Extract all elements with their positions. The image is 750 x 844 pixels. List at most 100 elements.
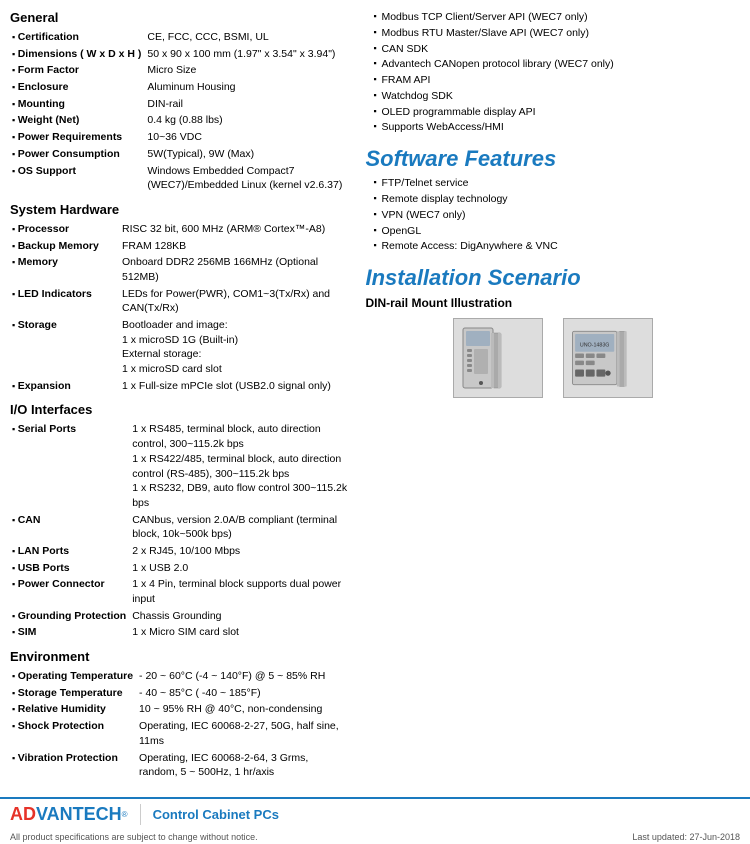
list-item: Remote display technology xyxy=(373,192,740,208)
spec-label: LED Indicators xyxy=(10,286,120,317)
table-row: SIM1 x Micro SIM card slot xyxy=(10,624,350,641)
spec-label: CAN xyxy=(10,512,130,543)
spec-value: 0.4 kg (0.88 lbs) xyxy=(145,112,350,129)
table-row: Vibration ProtectionOperating, IEC 60068… xyxy=(10,750,350,781)
environment-table: Operating Temperature- 20 ~ 60°C (-4 ~ 1… xyxy=(10,668,350,781)
spec-label: Weight (Net) xyxy=(10,112,145,129)
table-row: CANCANbus, version 2.0A/B compliant (ter… xyxy=(10,512,350,543)
footer-updated: Last updated: 27-Jun-2018 xyxy=(632,832,740,842)
table-row: USB Ports1 x USB 2.0 xyxy=(10,560,350,577)
footer-logo: ADVANTECH® xyxy=(10,804,141,825)
logo-ad: AD xyxy=(10,804,36,825)
table-row: Expansion1 x Full-size mPCIe slot (USB2.… xyxy=(10,378,350,395)
spec-label: Enclosure xyxy=(10,79,145,96)
spec-value: DIN-rail xyxy=(145,96,350,113)
spec-label: Storage Temperature xyxy=(10,685,137,702)
spec-label: Power Requirements xyxy=(10,129,145,146)
table-row: OS SupportWindows Embedded Compact7 (WEC… xyxy=(10,163,350,194)
table-row: Grounding ProtectionChassis Grounding xyxy=(10,608,350,625)
spec-label: USB Ports xyxy=(10,560,130,577)
list-item: OLED programmable display API xyxy=(373,105,740,121)
io-interfaces-table: Serial Ports1 x RS485, terminal block, a… xyxy=(10,421,350,641)
table-row: Storage Temperature- 40 ~ 85°C ( -40 ~ 1… xyxy=(10,685,350,702)
spec-label: Expansion xyxy=(10,378,120,395)
spec-label: LAN Ports xyxy=(10,543,130,560)
table-row: StorageBootloader and image: 1 x microSD… xyxy=(10,317,350,378)
top-bullet-list: Modbus TCP Client/Server API (WEC7 only)… xyxy=(365,10,740,136)
table-row: MountingDIN-rail xyxy=(10,96,350,113)
installation-sub-title: DIN-rail Mount Illustration xyxy=(365,296,740,310)
spec-value: 1 x USB 2.0 xyxy=(130,560,350,577)
installation-title: Installation Scenario xyxy=(365,265,740,291)
table-row: Backup MemoryFRAM 128KB xyxy=(10,238,350,255)
table-row: Dimensions ( W x D x H )50 x 90 x 100 mm… xyxy=(10,46,350,63)
spec-value: 2 x RJ45, 10/100 Mbps xyxy=(130,543,350,560)
spec-label: Storage xyxy=(10,317,120,378)
table-row: Shock ProtectionOperating, IEC 60068-2-2… xyxy=(10,718,350,749)
software-features-title: Software Features xyxy=(365,146,740,172)
spec-value: Aluminum Housing xyxy=(145,79,350,96)
logo-vantech: VANTECH xyxy=(36,804,122,825)
spec-value: - 40 ~ 85°C ( -40 ~ 185°F) xyxy=(137,685,350,702)
spec-value: 1 x Micro SIM card slot xyxy=(130,624,350,641)
system-hardware-table: ProcessorRISC 32 bit, 600 MHz (ARM® Cort… xyxy=(10,221,350,395)
general-table: CertificationCE, FCC, CCC, BSMI, ULDimen… xyxy=(10,29,350,194)
svg-text:UNO-1483G: UNO-1483G xyxy=(580,342,610,348)
spec-value: Windows Embedded Compact7 (WEC7)/Embedde… xyxy=(145,163,350,194)
table-row: Relative Humidity10 ~ 95% RH @ 40°C, non… xyxy=(10,701,350,718)
footer: ADVANTECH® Control Cabinet PCs xyxy=(0,797,750,830)
spec-label: Vibration Protection xyxy=(10,750,137,781)
spec-value: Onboard DDR2 256MB 166MHz (Optional 512M… xyxy=(120,254,350,285)
system-hardware-title: System Hardware xyxy=(10,202,350,217)
spec-value: FRAM 128KB xyxy=(120,238,350,255)
footer-note: All product specifications are subject t… xyxy=(10,832,258,842)
table-row: Serial Ports1 x RS485, terminal block, a… xyxy=(10,421,350,511)
table-row: Weight (Net)0.4 kg (0.88 lbs) xyxy=(10,112,350,129)
list-item: VPN (WEC7 only) xyxy=(373,208,740,224)
spec-label: Power Consumption xyxy=(10,146,145,163)
spec-label: Processor xyxy=(10,221,120,238)
table-row: MemoryOnboard DDR2 256MB 166MHz (Optiona… xyxy=(10,254,350,285)
list-item: Supports WebAccess/HMI xyxy=(373,120,740,136)
spec-label: Serial Ports xyxy=(10,421,130,511)
spec-label: Dimensions ( W x D x H ) xyxy=(10,46,145,63)
list-item: FTP/Telnet service xyxy=(373,176,740,192)
spec-label: Shock Protection xyxy=(10,718,137,749)
table-row: Operating Temperature- 20 ~ 60°C (-4 ~ 1… xyxy=(10,668,350,685)
table-row: LAN Ports2 x RJ45, 10/100 Mbps xyxy=(10,543,350,560)
list-item: Watchdog SDK xyxy=(373,89,740,105)
spec-label: Certification xyxy=(10,29,145,46)
spec-label: Mounting xyxy=(10,96,145,113)
device-svg-left xyxy=(458,323,538,393)
list-item: Advantech CANopen protocol library (WEC7… xyxy=(373,57,740,73)
list-item: FRAM API xyxy=(373,73,740,89)
device-svg-right: UNO-1483G xyxy=(568,323,648,393)
spec-label: Backup Memory xyxy=(10,238,120,255)
spec-value: 1 x Full-size mPCIe slot (USB2.0 signal … xyxy=(120,378,350,395)
spec-value: - 20 ~ 60°C (-4 ~ 140°F) @ 5 ~ 85% RH xyxy=(137,668,350,685)
spec-value: Bootloader and image: 1 x microSD 1G (Bu… xyxy=(120,317,350,378)
software-bullet-list: FTP/Telnet serviceRemote display technol… xyxy=(365,176,740,255)
table-row: Power Consumption5W(Typical), 9W (Max) xyxy=(10,146,350,163)
table-row: CertificationCE, FCC, CCC, BSMI, UL xyxy=(10,29,350,46)
footer-category: Control Cabinet PCs xyxy=(153,807,740,822)
spec-label: Relative Humidity xyxy=(10,701,137,718)
list-item: Modbus TCP Client/Server API (WEC7 only) xyxy=(373,10,740,26)
spec-label: Form Factor xyxy=(10,62,145,79)
spec-label: Power Connector xyxy=(10,576,130,607)
list-item: CAN SDK xyxy=(373,42,740,58)
spec-value: 10 ~ 95% RH @ 40°C, non-condensing xyxy=(137,701,350,718)
table-row: EnclosureAluminum Housing xyxy=(10,79,350,96)
table-row: ProcessorRISC 32 bit, 600 MHz (ARM® Cort… xyxy=(10,221,350,238)
list-item: Remote Access: DigAnywhere & VNC xyxy=(373,239,740,255)
spec-value: 50 x 90 x 100 mm (1.97" x 3.54" x 3.94") xyxy=(145,46,350,63)
right-column: Modbus TCP Client/Server API (WEC7 only)… xyxy=(360,10,740,787)
general-title: General xyxy=(10,10,350,25)
spec-value: Operating, IEC 60068-2-64, 3 Grms, rando… xyxy=(137,750,350,781)
device-image-left xyxy=(453,318,543,398)
spec-label: Grounding Protection xyxy=(10,608,130,625)
spec-value: RISC 32 bit, 600 MHz (ARM® Cortex™-A8) xyxy=(120,221,350,238)
spec-label: SIM xyxy=(10,624,130,641)
spec-value: CE, FCC, CCC, BSMI, UL xyxy=(145,29,350,46)
spec-value: 10~36 VDC xyxy=(145,129,350,146)
